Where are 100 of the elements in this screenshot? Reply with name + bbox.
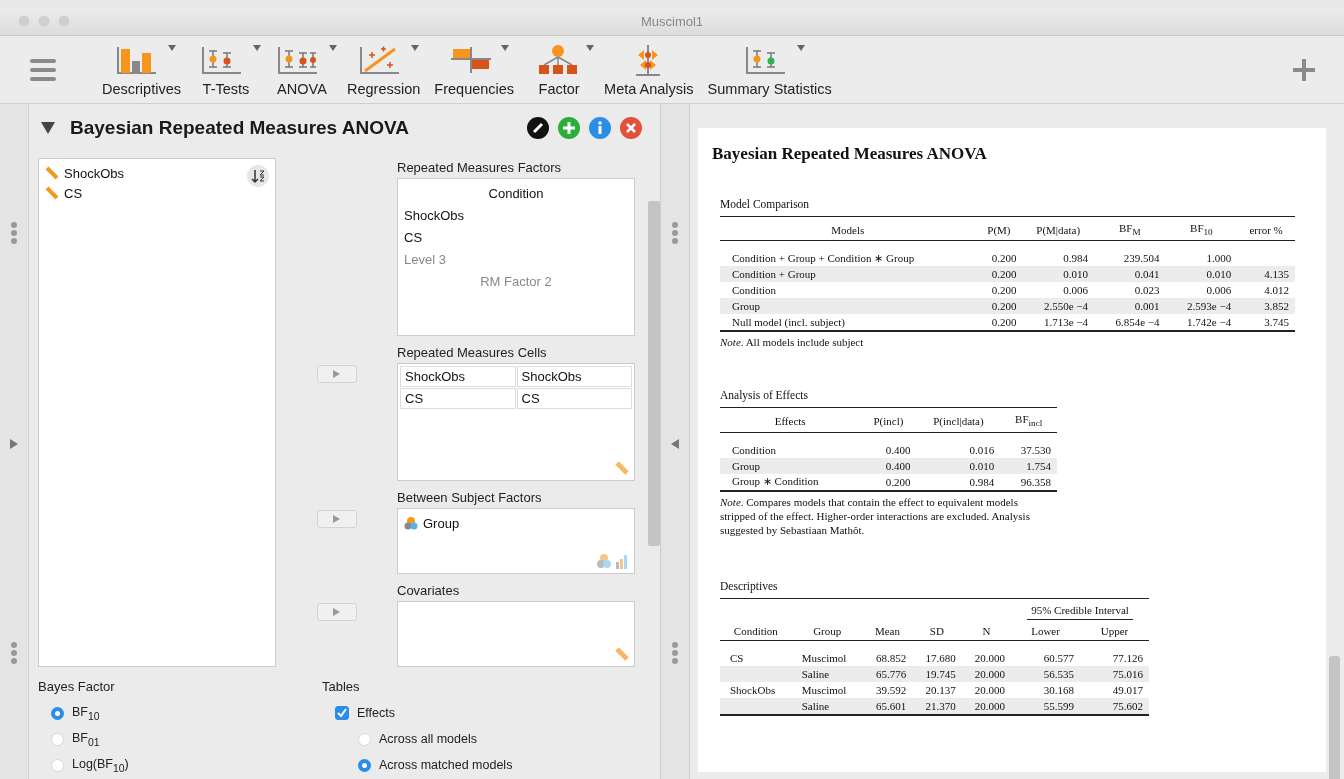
table-cell: 0.984 — [916, 473, 1001, 491]
table-cell: 239.504 — [1093, 240, 1166, 267]
table-cell: 0.200 — [975, 314, 1023, 332]
table-cell: Condition — [720, 282, 976, 299]
column-header: P(incl) — [860, 408, 917, 433]
table-cell: Null model (incl. subject) — [720, 314, 976, 332]
move-button[interactable] — [316, 510, 357, 528]
radio-label[interactable]: BF$_{10}$ — [72, 704, 100, 722]
column-header: Group — [791, 619, 863, 641]
toolbar-button[interactable]: Factor — [522, 42, 597, 97]
toolbar-button[interactable]: Summary Statistics — [701, 42, 838, 97]
cell[interactable]: ShockObs — [400, 366, 516, 387]
factor-level[interactable]: Level 3 — [404, 249, 628, 271]
column-header: BF$_{10}$ — [1165, 216, 1238, 241]
table-cell: 96.358 — [1000, 473, 1057, 491]
radio-label[interactable]: Log(BF$_{10}$) — [72, 756, 129, 774]
edit-icon[interactable] — [527, 117, 549, 139]
column-header: P(M) — [975, 216, 1023, 241]
expand-icon[interactable] — [10, 439, 18, 449]
collapse-icon[interactable] — [671, 439, 679, 449]
scrollbar-thumb[interactable] — [1329, 656, 1340, 779]
toolbar-button[interactable]: Descriptives — [96, 42, 187, 97]
move-button[interactable] — [316, 603, 357, 621]
column-header: Upper — [1080, 619, 1149, 641]
section-label: Bayes Factor — [38, 679, 116, 694]
table-cell: 30.168 — [1011, 681, 1081, 698]
table-cell: 21.370 — [912, 697, 962, 715]
variable-name[interactable]: ShockObs — [64, 165, 124, 181]
column-header: Effects — [720, 408, 861, 433]
table-cell: Condition + Group — [720, 266, 976, 283]
toolbar-button[interactable]: Meta Analysis — [598, 42, 700, 97]
column-header: N — [961, 619, 1012, 641]
factor-level[interactable]: ShockObs — [404, 205, 628, 227]
drag-handle-icon[interactable] — [10, 221, 18, 245]
table-cell: 2.550e −4 — [1022, 298, 1094, 315]
window-title: Muscimol1 — [640, 14, 704, 29]
table-note: Note. All models include subject — [720, 335, 865, 350]
table-cell: 39.592 — [862, 681, 913, 698]
toolbar-button[interactable]: Frequencies — [428, 42, 521, 97]
toolbar-button[interactable]: ANOVA — [264, 42, 339, 97]
variable-name[interactable]: CS — [64, 185, 83, 201]
radio-label[interactable]: BF$_{01}$ — [72, 730, 100, 748]
factor-level[interactable]: CS — [404, 227, 628, 249]
radio-label[interactable]: Across all models — [379, 732, 477, 746]
collapse-icon[interactable] — [41, 122, 55, 134]
factor-name[interactable]: Condition — [404, 183, 628, 205]
add-icon[interactable] — [558, 117, 580, 139]
toolbar-button[interactable]: Regression — [340, 42, 427, 97]
menu-icon[interactable] — [30, 58, 56, 81]
table-cell: 0.200 — [975, 298, 1023, 315]
table-cell: 55.599 — [1011, 697, 1081, 715]
drag-handle-icon[interactable] — [10, 641, 18, 665]
ruler-icon — [614, 646, 630, 662]
add-icon[interactable] — [1292, 57, 1316, 82]
drag-handle-icon[interactable] — [671, 221, 679, 245]
table-cell: 0.041 — [1093, 266, 1166, 283]
new-factor-placeholder[interactable]: RM Factor 2 — [404, 271, 628, 293]
radio-button[interactable] — [358, 758, 371, 772]
table-cell: Condition + Group + Condition ∗ Group — [720, 240, 976, 267]
checkbox[interactable] — [335, 706, 349, 720]
column-header: P(incl|data) — [916, 408, 1001, 433]
table-cell: 1.754 — [1000, 457, 1057, 474]
ruler-icon — [45, 166, 59, 180]
radio-button[interactable] — [51, 706, 64, 720]
column-group-header: 95% Credible Interval — [1027, 603, 1133, 620]
arrow-right-icon — [333, 515, 340, 523]
table-cell: 20.137 — [912, 681, 962, 698]
table-cell: ShockObs — [730, 683, 776, 696]
table-cell: 0.200 — [860, 473, 917, 491]
table-cell: CS — [730, 651, 744, 664]
info-icon[interactable] — [589, 117, 611, 139]
table-cell: Condition — [720, 432, 861, 458]
table-cell: 17.680 — [912, 640, 962, 666]
cell[interactable]: CS — [516, 388, 632, 409]
analysis-title: Bayesian Repeated Measures ANOVA — [70, 117, 409, 139]
checkbox-label[interactable]: Effects — [357, 706, 395, 720]
radio-label[interactable]: Across matched models — [379, 758, 513, 772]
table-cell: 0.400 — [860, 457, 917, 474]
scrollbar-thumb[interactable] — [648, 201, 660, 546]
cell[interactable]: CS — [400, 388, 516, 409]
variable-name[interactable]: Group — [423, 515, 460, 531]
table-cell: 0.010 — [1165, 266, 1238, 283]
table-cell: 0.006 — [1022, 282, 1094, 299]
cell[interactable]: ShockObs — [516, 366, 632, 387]
table-cell: 0.400 — [860, 432, 917, 458]
table-cell: 0.200 — [975, 266, 1023, 283]
table-cell: Muscimol — [791, 681, 863, 698]
table-cell: 0.023 — [1093, 282, 1166, 299]
table-cell: 6.854e −4 — [1093, 314, 1166, 332]
table-title: Descriptives — [720, 579, 779, 592]
close-icon[interactable] — [620, 117, 642, 139]
move-button[interactable] — [316, 365, 357, 383]
drag-handle-icon[interactable] — [671, 641, 679, 665]
toolbar-button[interactable]: T-Tests — [188, 42, 263, 97]
sort-icon[interactable] — [247, 165, 269, 187]
table-cell: 19.745 — [912, 665, 962, 682]
table-cell: Group — [720, 457, 861, 474]
window-controls-icon[interactable] — [18, 15, 70, 27]
table-cell: 1.713e −4 — [1022, 314, 1094, 332]
nominal-icon — [404, 516, 418, 530]
